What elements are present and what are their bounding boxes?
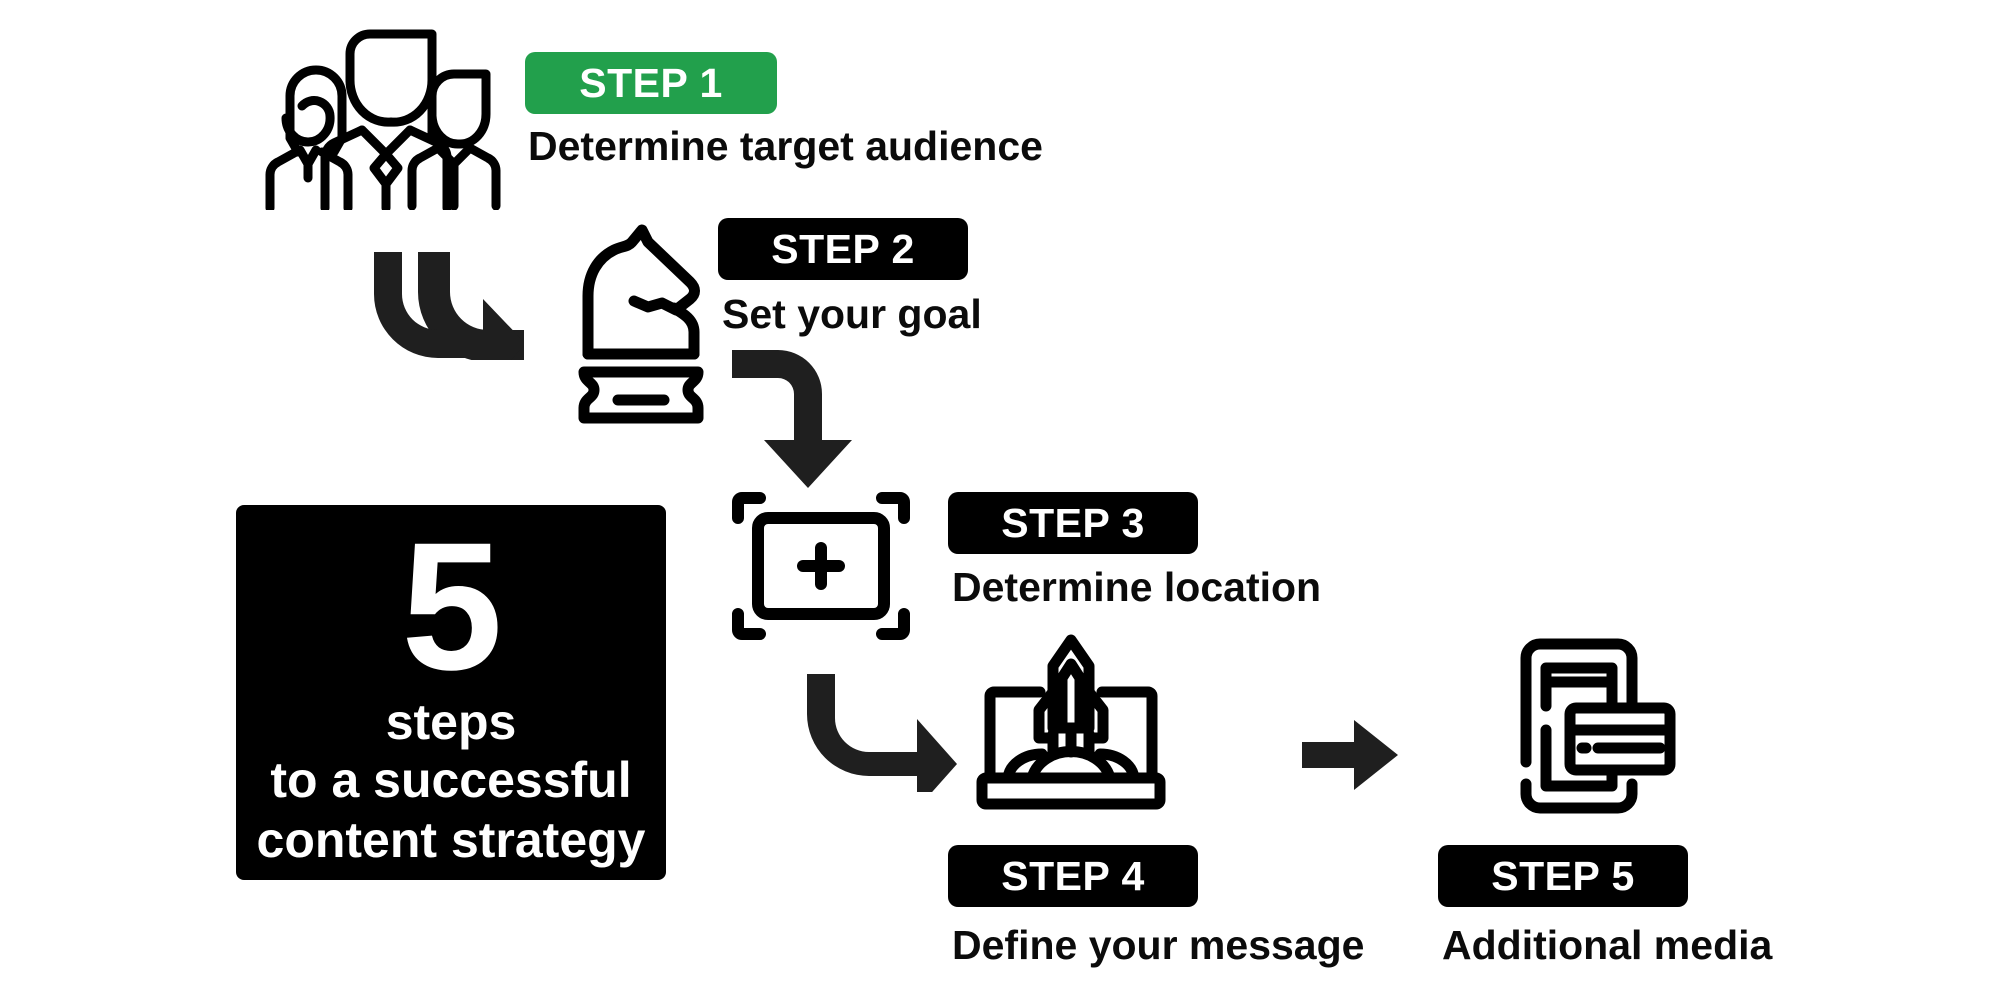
step-2-badge: STEP 2 — [718, 218, 968, 280]
summary-panel: 5 steps to a successful content strategy — [236, 505, 666, 880]
step-3-caption: Determine location — [952, 564, 1322, 610]
step-4-badge: STEP 4 — [948, 845, 1198, 907]
step-1-caption: Determine target audience — [528, 123, 1043, 169]
summary-line-2: to a successful — [270, 752, 632, 809]
tablet-and-card-icon — [1504, 636, 1684, 816]
group-of-people-icon — [262, 20, 512, 210]
arrow-step4-to-step5 — [1300, 718, 1400, 792]
arrow-step3-to-step4 — [805, 672, 957, 792]
chess-knight-icon — [556, 212, 726, 427]
step-5-badge: STEP 5 — [1438, 845, 1688, 907]
step-3-badge: STEP 3 — [948, 492, 1198, 554]
summary-line-3: content strategy — [256, 812, 646, 869]
step-4-caption: Define your message — [952, 922, 1365, 968]
infographic-canvas: STEP 1 Determine target audience STEP 2 … — [0, 0, 2000, 1000]
crosshair-frame-icon — [730, 490, 912, 642]
arrow-step1-to-step2 — [372, 250, 524, 360]
step-1-badge: STEP 1 — [525, 52, 777, 114]
rocket-launch-laptop-icon — [972, 630, 1172, 812]
step-count-number: 5 — [401, 504, 502, 708]
summary-lead: steps — [385, 694, 517, 751]
arrow-step2-to-step3 — [730, 348, 860, 490]
step-5-caption: Additional media — [1442, 922, 1773, 968]
step-2-caption: Set your goal — [722, 291, 982, 337]
